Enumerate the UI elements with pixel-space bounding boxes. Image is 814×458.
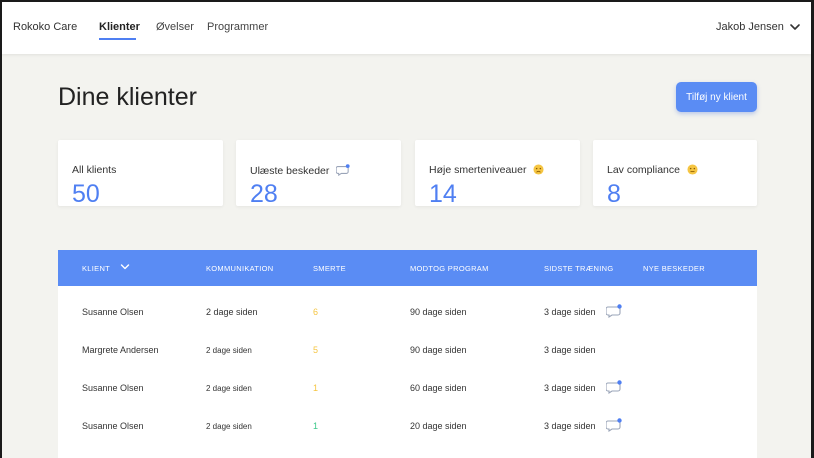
client-name: Susanne Olsen	[82, 421, 144, 431]
col-header-new-messages[interactable]: NYE BESKEDER	[643, 264, 705, 273]
stat-value: 28	[250, 180, 278, 208]
training-cell: 3 dage siden	[544, 307, 596, 317]
client-name: Susanne Olsen	[82, 383, 144, 393]
chevron-down-icon[interactable]	[789, 22, 801, 32]
add-client-button[interactable]: Tilføj ny klient	[676, 82, 757, 112]
col-header-received-program[interactable]: MODTOG PROGRAM	[410, 264, 489, 273]
sad-face-icon	[533, 164, 544, 175]
stat-value: 8	[607, 180, 621, 208]
stat-label-wrap: Ulæste beskeder	[250, 164, 350, 177]
nav-active-indicator	[99, 38, 136, 40]
program-cell: 90 dage siden	[410, 307, 467, 317]
table-row[interactable]: Susanne Olsen 2 dage siden 1 20 dage sid…	[58, 407, 757, 445]
stat-value: 50	[72, 180, 100, 208]
message-icon[interactable]	[606, 418, 622, 432]
stat-card-unread-messages[interactable]: Ulæste beskeder 28	[236, 140, 401, 208]
message-icon[interactable]	[606, 304, 622, 318]
nav-ovelser[interactable]: Øvelser	[156, 21, 194, 33]
stat-card-all-clients[interactable]: All klients 50	[58, 140, 223, 208]
neutral-face-icon	[687, 164, 698, 175]
program-cell: 90 dage siden	[410, 345, 467, 355]
stat-label-wrap: Høje smerteniveauer	[429, 164, 544, 176]
message-icon[interactable]	[606, 380, 622, 394]
stat-label: Høje smerteniveauer	[429, 164, 527, 176]
stat-card-high-pain[interactable]: Høje smerteniveauer 14	[415, 140, 580, 208]
stat-label: Ulæste beskeder	[250, 165, 330, 177]
communication-cell: 2 dage siden	[206, 422, 252, 431]
program-cell: 60 dage siden	[410, 383, 467, 393]
col-header-client[interactable]: KLIENT	[82, 264, 110, 273]
clients-table-body: Susanne Olsen 2 dage siden 6 90 dage sid…	[58, 286, 757, 458]
col-header-communication[interactable]: KOMMUNIKATION	[206, 264, 274, 273]
chevron-down-icon[interactable]	[120, 263, 130, 271]
table-row[interactable]: Margrete Andersen 2 dage siden 5 90 dage…	[58, 331, 757, 369]
training-cell: 3 dage siden	[544, 383, 596, 393]
pain-cell: 1	[313, 421, 319, 431]
stat-label: All klients	[72, 164, 117, 176]
stat-label-wrap: Lav compliance	[607, 164, 698, 176]
training-cell: 3 dage siden	[544, 345, 596, 355]
clients-table-header: KLIENT KOMMUNIKATION SMERTE MODTOG PROGR…	[58, 250, 757, 286]
stat-value: 14	[429, 180, 457, 208]
table-row[interactable]: Susanne Olsen 2 dage siden 6 90 dage sid…	[58, 293, 757, 331]
program-cell: 20 dage siden	[410, 421, 467, 431]
nav-programmer[interactable]: Programmer	[207, 21, 268, 33]
client-name: Margrete Andersen	[82, 345, 159, 355]
top-nav: Rokoko Care Klienter Øvelser Programmer …	[2, 2, 811, 54]
app-frame: Rokoko Care Klienter Øvelser Programmer …	[2, 2, 811, 458]
stat-card-low-compliance[interactable]: Lav compliance 8	[593, 140, 757, 208]
training-cell: 3 dage siden	[544, 421, 596, 431]
message-icon	[336, 164, 350, 176]
client-name: Susanne Olsen	[82, 307, 144, 317]
pain-cell: 5	[313, 345, 319, 355]
table-row[interactable]: Susanne Olsen 2 dage siden 1 60 dage sid…	[58, 369, 757, 407]
page-title: Dine klienter	[58, 83, 197, 111]
communication-cell: 2 dage siden	[206, 307, 258, 317]
communication-cell: 2 dage siden	[206, 346, 252, 355]
stat-label: Lav compliance	[607, 164, 680, 176]
communication-cell: 2 dage siden	[206, 384, 252, 393]
pain-cell: 1	[313, 383, 319, 393]
col-header-pain[interactable]: SMERTE	[313, 264, 346, 273]
user-name[interactable]: Jakob Jensen	[716, 21, 784, 33]
nav-klienter[interactable]: Klienter	[99, 21, 140, 33]
col-header-last-training[interactable]: SIDSTE TRÆNING	[544, 264, 613, 273]
pain-cell: 6	[313, 307, 319, 317]
brand-logo[interactable]: Rokoko Care	[13, 21, 77, 33]
